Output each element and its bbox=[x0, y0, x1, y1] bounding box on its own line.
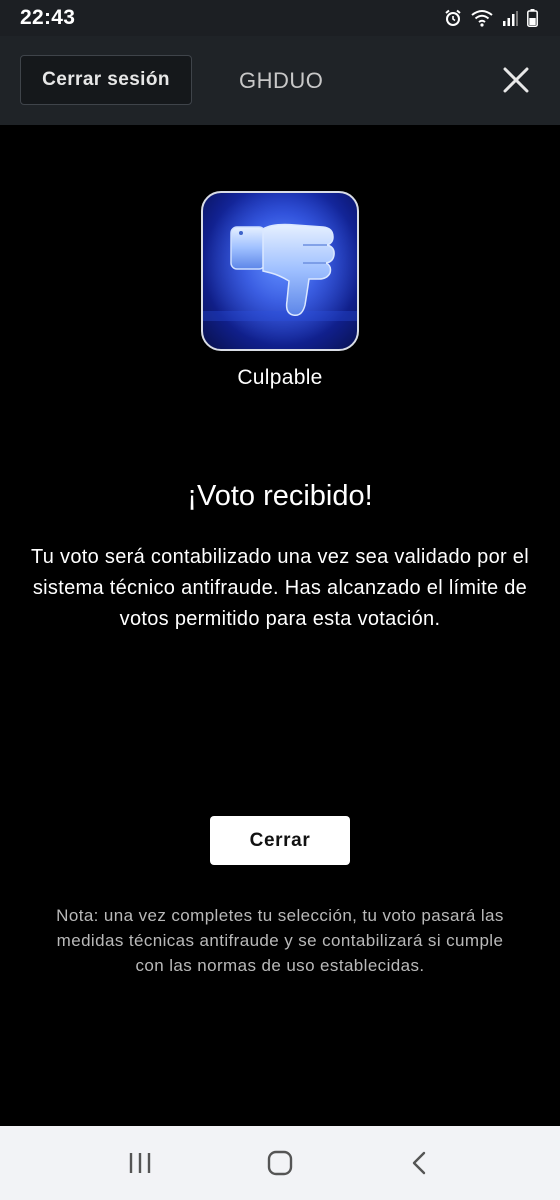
recent-apps-icon[interactable] bbox=[115, 1138, 165, 1188]
status-time: 22:43 bbox=[20, 6, 76, 29]
app-header: Cerrar sesión GHDUO bbox=[0, 36, 560, 125]
battery-icon bbox=[527, 9, 538, 27]
close-button[interactable]: Cerrar bbox=[210, 816, 350, 865]
confirmation-message: Tu voto será contabilizado una vez sea v… bbox=[31, 546, 529, 630]
alarm-icon bbox=[444, 9, 462, 27]
show-name: GHDUO bbox=[239, 68, 324, 93]
confirmation-headline: ¡Voto recibido! bbox=[187, 480, 373, 512]
navigation-bar bbox=[0, 1126, 560, 1200]
wifi-icon bbox=[471, 9, 493, 27]
status-bar: 22:43 bbox=[0, 0, 560, 36]
logout-button[interactable]: Cerrar sesión bbox=[20, 55, 192, 105]
thumbs-down-icon bbox=[203, 193, 357, 349]
signal-icon bbox=[502, 10, 518, 26]
disclaimer-note: Nota: una vez completes tu selección, tu… bbox=[56, 906, 504, 975]
back-icon[interactable] bbox=[395, 1138, 445, 1188]
vote-option-label: Culpable bbox=[237, 366, 323, 389]
close-icon[interactable] bbox=[500, 64, 532, 96]
status-icons bbox=[444, 9, 538, 27]
vote-option-tile bbox=[201, 191, 359, 351]
home-icon[interactable] bbox=[255, 1138, 305, 1188]
